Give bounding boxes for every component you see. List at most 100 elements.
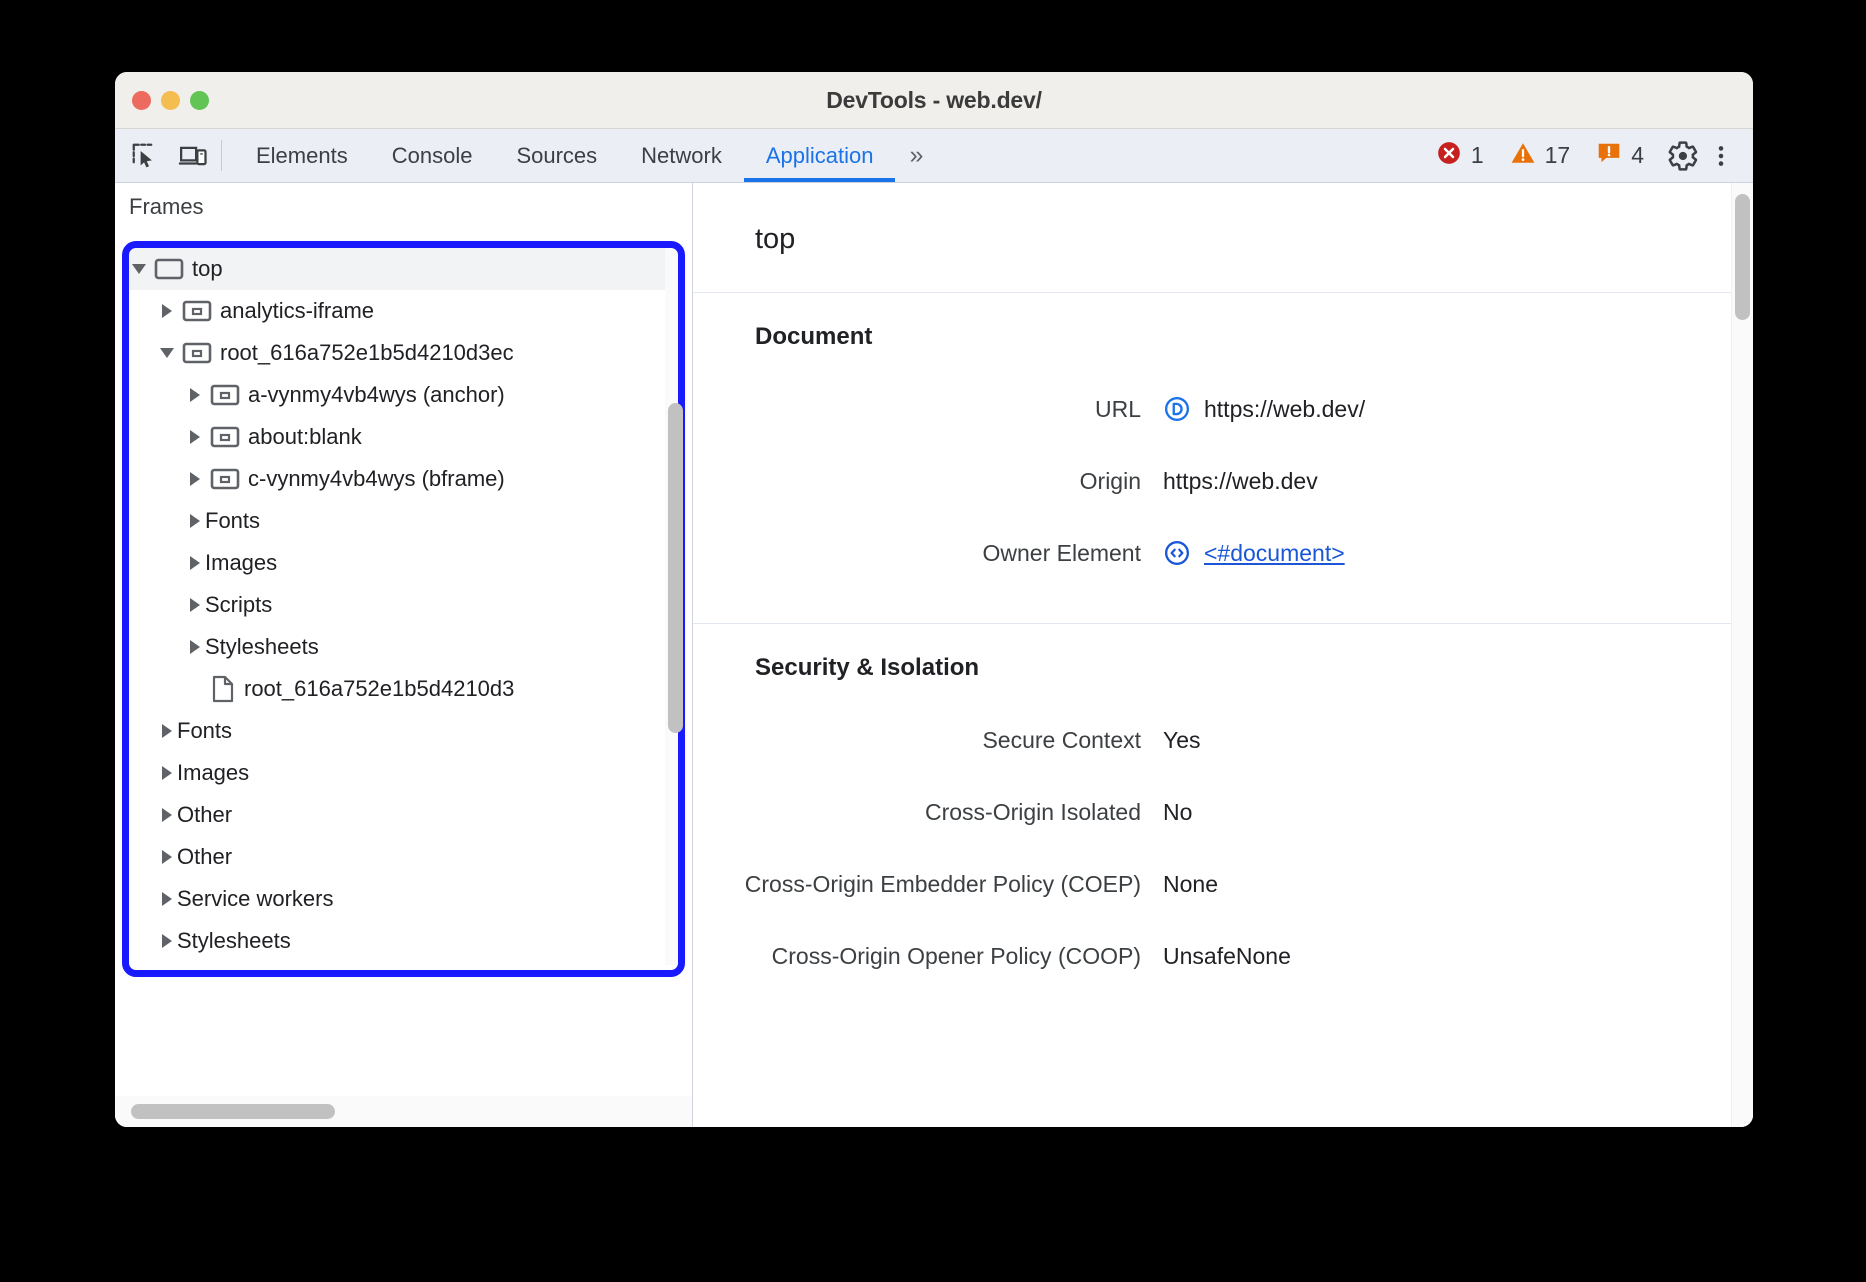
frame-tree-label: Scripts (205, 592, 272, 618)
frame-tree-label: Fonts (177, 718, 232, 744)
frame-tree-row[interactable]: root_616a752e1b5d4210d3 (129, 668, 678, 710)
devtools-toolbar: Elements Console Sources Network Applica… (115, 129, 1753, 183)
detail-row-value-group: UnsafeNone (1163, 943, 1291, 970)
detail-row-value-group: <#document> (1163, 539, 1345, 567)
frame-tree-row[interactable]: Stylesheets (129, 920, 678, 962)
frame-tree-row[interactable]: Fonts (129, 710, 678, 752)
maximize-button[interactable] (190, 91, 209, 110)
chevron-right-icon[interactable] (185, 640, 205, 654)
tab-console[interactable]: Console (370, 129, 495, 182)
detail-row: Secure ContextYes (693, 704, 1753, 776)
frame-tree-label: Other (177, 844, 232, 870)
issue-counter[interactable]: 4 (1586, 140, 1654, 171)
chevron-down-icon[interactable] (129, 264, 149, 274)
frame-tree-label: c-vynmy4vb4wys (bframe) (248, 466, 505, 492)
toolbar-left-icons (115, 129, 221, 182)
chevron-right-icon[interactable] (157, 808, 177, 822)
page-title: top (693, 183, 1753, 293)
chevron-right-icon[interactable] (185, 598, 205, 612)
frame-tree-row[interactable]: about:blank (129, 416, 678, 458)
frame-tree-row[interactable]: Images (129, 752, 678, 794)
devtools-tab-bar: Elements Console Sources Network Applica… (222, 129, 934, 182)
tab-application[interactable]: Application (744, 129, 896, 182)
chevron-right-icon[interactable] (157, 724, 177, 738)
frame-tree-row[interactable]: Other (129, 794, 678, 836)
minimize-button[interactable] (161, 91, 180, 110)
more-tabs-icon[interactable]: » (895, 129, 934, 182)
frame-tree-label: Other (177, 802, 232, 828)
chevron-right-icon[interactable] (157, 850, 177, 864)
iframe-icon (210, 467, 240, 491)
window-controls (132, 91, 209, 110)
detail-row-key: Owner Element (693, 540, 1163, 567)
detail-row-key: Cross-Origin Embedder Policy (COEP) (693, 871, 1163, 898)
device-toolbar-icon[interactable] (177, 141, 209, 171)
chevron-right-icon[interactable] (157, 934, 177, 948)
error-icon (1436, 140, 1462, 171)
frame-tree-row[interactable]: root_616a752e1b5d4210d3ec (129, 332, 678, 374)
document-link-icon (1163, 395, 1191, 423)
frame-tree-row[interactable]: Service workers (129, 878, 678, 920)
frame-tree-row[interactable]: a-vynmy4vb4wys (anchor) (129, 374, 678, 416)
frames-tree: top analytics-iframe root_616a752e1b5d4210… (129, 248, 678, 970)
detail-row: Cross-Origin Opener Policy (COOP)UnsafeN… (693, 920, 1753, 992)
detail-row-value-group: https://web.dev/ (1163, 395, 1365, 423)
detail-row-key: URL (693, 396, 1163, 423)
tab-elements[interactable]: Elements (234, 129, 370, 182)
chevron-right-icon[interactable] (185, 514, 205, 528)
chevron-right-icon[interactable] (185, 430, 205, 444)
issue-icon (1596, 140, 1622, 171)
frame-tree-row[interactable]: Images (129, 542, 678, 584)
code-element-icon (1163, 539, 1191, 567)
frame-tree-row[interactable]: Stylesheets (129, 626, 678, 668)
sidebar-vertical-scrollbar[interactable] (668, 403, 683, 733)
frame-tree-row[interactable]: c-vynmy4vb4wys (bframe) (129, 458, 678, 500)
chevron-right-icon[interactable] (157, 766, 177, 780)
frame-tree-row[interactable]: top (129, 248, 678, 290)
frame-tree-row[interactable]: analytics-iframe (129, 290, 678, 332)
frame-tree-label: root_616a752e1b5d4210d3 (244, 676, 514, 702)
frame-details-panel: top DocumentURLhttps://web.dev/Originhtt… (693, 183, 1753, 1127)
inspect-element-icon[interactable] (129, 141, 161, 171)
window-titlebar: DevTools - web.dev/ (115, 72, 1753, 129)
detail-row-value-group: https://web.dev (1163, 468, 1318, 495)
detail-row-value[interactable]: <#document> (1204, 540, 1345, 567)
main-vertical-scroll-track (1731, 183, 1753, 1127)
warning-counter[interactable]: 17 (1500, 140, 1581, 171)
iframe-icon (210, 383, 240, 407)
chevron-right-icon[interactable] (185, 472, 205, 486)
detail-row: Cross-Origin Embedder Policy (COEP)None (693, 848, 1753, 920)
sidebar-horizontal-scrollbar[interactable] (131, 1104, 335, 1119)
frame-tree-row[interactable]: Scripts (129, 584, 678, 626)
chevron-right-icon[interactable] (185, 388, 205, 402)
details-section: DocumentURLhttps://web.dev/Originhttps:/… (693, 293, 1753, 624)
tab-sources[interactable]: Sources (494, 129, 619, 182)
tab-network[interactable]: Network (619, 129, 744, 182)
iframe-icon (182, 299, 212, 323)
gear-icon[interactable] (1667, 141, 1699, 171)
frame-tree-row[interactable]: Fonts (129, 500, 678, 542)
frame-tree-label: analytics-iframe (220, 298, 374, 324)
error-counter[interactable]: 1 (1426, 140, 1494, 171)
main-vertical-scrollbar[interactable] (1735, 194, 1750, 320)
detail-row: Cross-Origin IsolatedNo (693, 776, 1753, 848)
chevron-down-icon[interactable] (157, 348, 177, 358)
frame-tree-row[interactable]: Other (129, 836, 678, 878)
detail-row-value: UnsafeNone (1163, 943, 1291, 970)
detail-row-value: No (1163, 799, 1192, 826)
close-button[interactable] (132, 91, 151, 110)
detail-row: Originhttps://web.dev (693, 445, 1753, 517)
detail-row-value: https://web.dev (1163, 468, 1318, 495)
detail-row-key: Secure Context (693, 727, 1163, 754)
chevron-right-icon[interactable] (185, 556, 205, 570)
chevron-right-icon[interactable] (157, 892, 177, 906)
toolbar-right-group: 1 17 (1426, 129, 1753, 182)
detail-row-value-group: No (1163, 799, 1192, 826)
detail-row-value: https://web.dev/ (1204, 396, 1365, 423)
detail-row-value: None (1163, 871, 1218, 898)
frame-tree-label: Stylesheets (177, 928, 291, 954)
window-title: DevTools - web.dev/ (115, 87, 1753, 114)
frame-tree-label: about:blank (248, 424, 362, 450)
chevron-right-icon[interactable] (157, 304, 177, 318)
more-options-icon[interactable] (1705, 141, 1737, 171)
